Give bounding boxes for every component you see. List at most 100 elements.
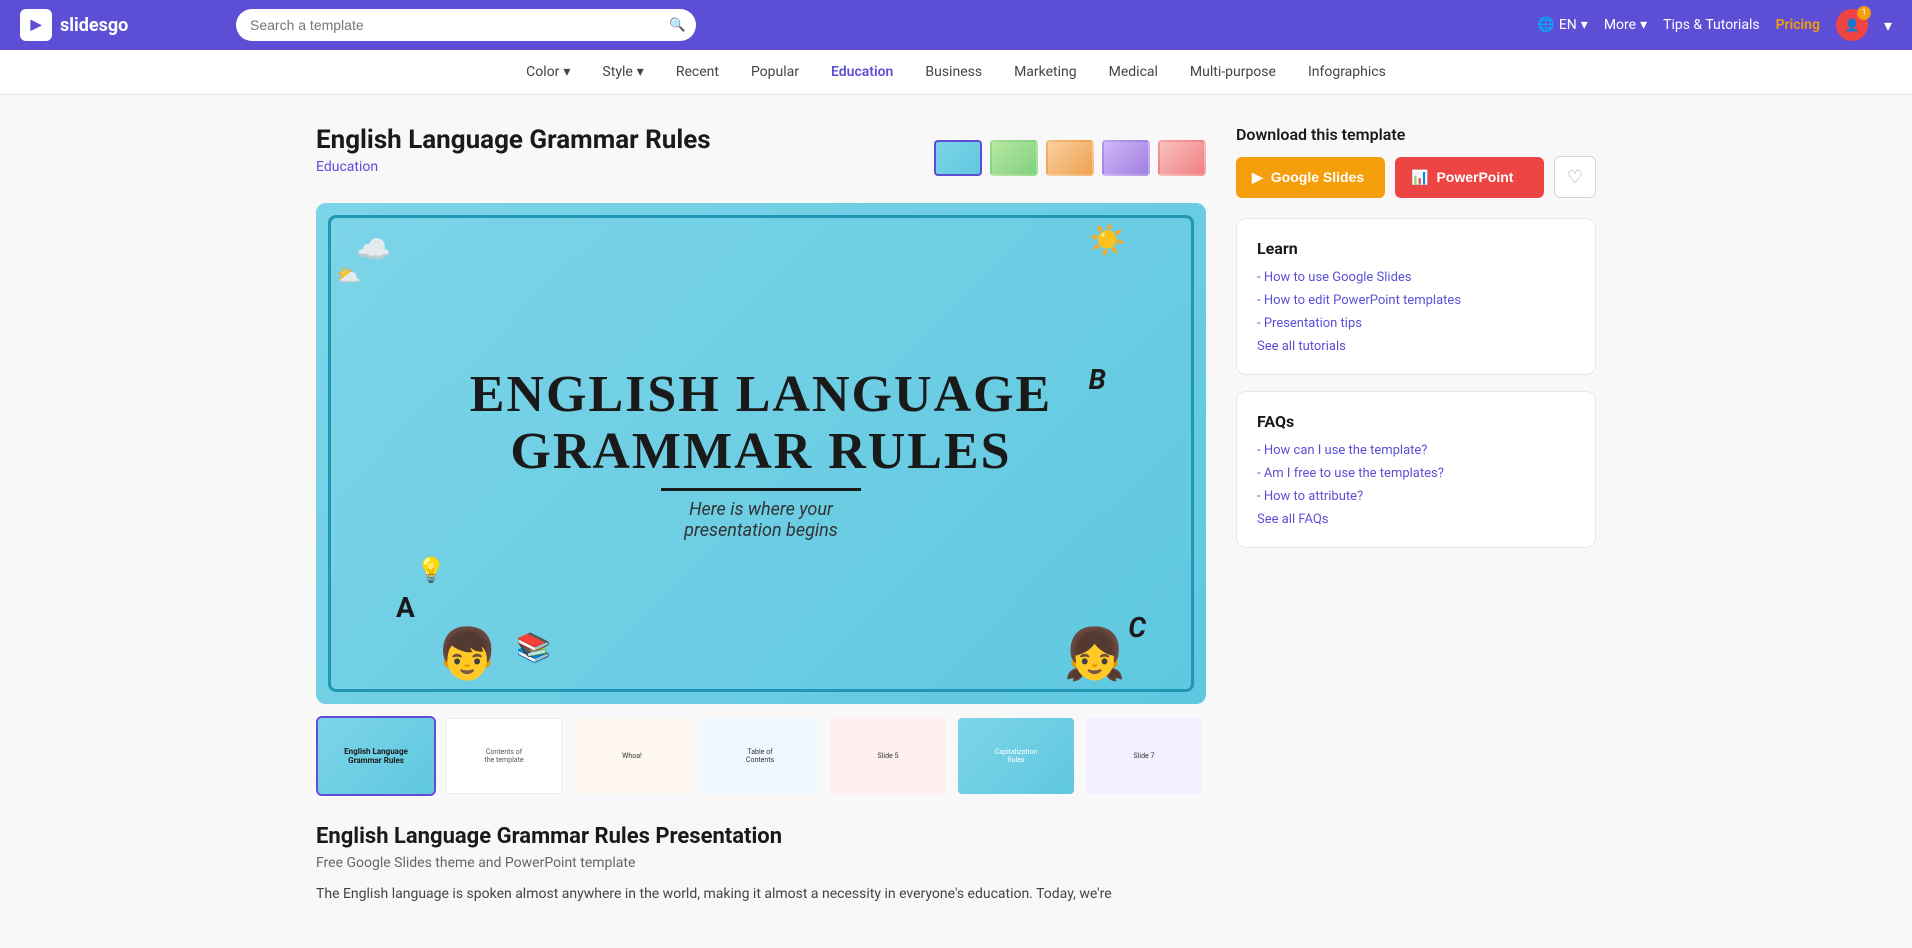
thumb-1-content: English LanguageGrammar Rules [318, 718, 434, 794]
template-header: English Language Grammar Rules Education [316, 125, 1206, 191]
thumb-7[interactable]: Slide 7 [1084, 716, 1204, 796]
description-subtitle: Free Google Slides theme and PowerPoint … [316, 855, 1206, 871]
letter-a-deco: A [396, 591, 415, 624]
description-text: The English language is spoken almost an… [316, 883, 1206, 905]
slide-inner: ☁️ ⛅ ☀️ 💡 A B C 📚 👦 👧 English LanguageGr… [316, 203, 1206, 704]
language-selector[interactable]: 🌐 EN ▾ [1537, 17, 1587, 33]
cat-style-label: Style [602, 64, 632, 80]
thumb-5[interactable]: Slide 5 [828, 716, 948, 796]
cat-marketing[interactable]: Marketing [1014, 64, 1077, 80]
cat-recent[interactable]: Recent [676, 64, 719, 80]
variant-2[interactable] [990, 140, 1038, 176]
gslides-label: Google Slides [1271, 169, 1364, 185]
see-all-tutorials-link[interactable]: See all tutorials [1257, 339, 1575, 354]
google-slides-button[interactable]: ▶ Google Slides [1236, 157, 1385, 198]
tips-tutorials-link[interactable]: Tips & Tutorials [1663, 17, 1759, 33]
cat-medical[interactable]: Medical [1109, 64, 1158, 80]
cat-multipurpose[interactable]: Multi-purpose [1190, 64, 1276, 80]
thumb-5-content: Slide 5 [830, 718, 946, 794]
ppt-label: PowerPoint [1436, 169, 1513, 185]
cat-recent-label: Recent [676, 64, 719, 80]
thumb-2[interactable]: Contents ofthe template [444, 716, 564, 796]
boy-character: 👦 [436, 626, 498, 684]
lightbulb-icon: 💡 [416, 556, 446, 584]
cat-marketing-label: Marketing [1014, 64, 1077, 80]
search-bar: 🔍 [236, 9, 696, 41]
download-buttons: ▶ Google Slides 📊 PowerPoint ♡ [1236, 156, 1596, 198]
see-all-faqs-link[interactable]: See all FAQs [1257, 512, 1575, 527]
book-icon: 📚 [516, 631, 551, 664]
learn-card: Learn How to use Google Slides How to ed… [1236, 218, 1596, 375]
thumb-6-content: CapitalizationRules [958, 718, 1074, 794]
thumb-4-content: Table ofContents [702, 718, 818, 794]
faqs-title: FAQs [1257, 412, 1575, 431]
cat-education[interactable]: Education [831, 64, 893, 80]
logo-icon: ▶ [20, 9, 52, 41]
slide-subtitle: Here is where yourpresentation begins [470, 499, 1052, 541]
thumb-4[interactable]: Table ofContents [700, 716, 820, 796]
lang-label: EN [1559, 17, 1577, 33]
right-column: Download this template ▶ Google Slides 📊… [1236, 125, 1596, 905]
variant-1[interactable] [934, 140, 982, 176]
thumb-7-content: Slide 7 [1086, 718, 1202, 794]
heart-icon: ♡ [1567, 167, 1583, 188]
letter-b-deco: B [1089, 363, 1106, 396]
faq-link-1[interactable]: How can I use the template? [1257, 443, 1575, 458]
lang-chevron: ▾ [1581, 17, 1588, 33]
search-button[interactable]: 🔍 [669, 17, 686, 33]
user-avatar[interactable]: 👤 1 [1836, 9, 1868, 41]
pricing-link[interactable]: Pricing [1776, 17, 1820, 33]
cat-business-label: Business [925, 64, 982, 80]
cat-popular[interactable]: Popular [751, 64, 799, 80]
notification-badge: 1 [1857, 6, 1871, 20]
left-column: English Language Grammar Rules Education… [316, 125, 1206, 905]
thumb-3[interactable]: Whoa! [572, 716, 692, 796]
template-category-link[interactable]: Education [316, 159, 711, 175]
cloud-icon-2: ⛅ [336, 263, 361, 287]
slide-text-center: English LanguageGrammar Rules Here is wh… [470, 366, 1052, 541]
globe-icon: 🌐 [1537, 17, 1554, 33]
cat-style[interactable]: Style ▾ [602, 64, 643, 80]
tips-label: Tips & Tutorials [1663, 17, 1759, 33]
more-label: More [1604, 17, 1636, 33]
pricing-label: Pricing [1776, 17, 1820, 33]
learn-link-2[interactable]: How to edit PowerPoint templates [1257, 293, 1575, 308]
cat-style-arrow: ▾ [637, 64, 644, 80]
slide-main-title: English LanguageGrammar Rules [470, 366, 1052, 480]
favorite-button[interactable]: ♡ [1554, 156, 1596, 198]
brand-name: slidesgo [60, 15, 128, 36]
learn-link-1[interactable]: How to use Google Slides [1257, 270, 1575, 285]
search-input[interactable] [236, 9, 696, 41]
ppt-icon: 📊 [1411, 169, 1428, 186]
cloud-icon-1: ☁️ [356, 233, 391, 266]
cat-color[interactable]: Color ▾ [526, 64, 570, 80]
cat-business[interactable]: Business [925, 64, 982, 80]
thumbnail-strip: English LanguageGrammar Rules Contents o… [316, 716, 1206, 796]
thumb-6[interactable]: CapitalizationRules [956, 716, 1076, 796]
learn-link-3[interactable]: Presentation tips [1257, 316, 1575, 331]
thumb-1[interactable]: English LanguageGrammar Rules [316, 716, 436, 796]
color-variants [934, 140, 1206, 176]
logo[interactable]: ▶ slidesgo [20, 9, 180, 41]
cat-medical-label: Medical [1109, 64, 1158, 80]
powerpoint-button[interactable]: 📊 PowerPoint [1395, 157, 1544, 198]
cat-education-label: Education [831, 64, 893, 80]
avatar-icon: 👤 [1844, 18, 1859, 32]
nav-right: 🌐 EN ▾ More ▾ Tips & Tutorials Pricing 👤… [1537, 9, 1892, 41]
faq-link-2[interactable]: Am I free to use the templates? [1257, 466, 1575, 481]
thumb-2-content: Contents ofthe template [446, 718, 562, 794]
gslides-icon: ▶ [1252, 169, 1263, 186]
cat-popular-label: Popular [751, 64, 799, 80]
slide-underline [661, 488, 861, 491]
variant-3[interactable] [1046, 140, 1094, 176]
letter-c-deco: C [1128, 611, 1146, 644]
cat-color-label: Color [526, 64, 559, 80]
cat-infographics[interactable]: Infographics [1308, 64, 1386, 80]
girl-character: 👧 [1064, 626, 1126, 684]
more-menu[interactable]: More ▾ [1604, 17, 1647, 33]
download-title: Download this template [1236, 125, 1596, 144]
faq-link-3[interactable]: How to attribute? [1257, 489, 1575, 504]
variant-5[interactable] [1158, 140, 1206, 176]
slide-preview[interactable]: ☁️ ⛅ ☀️ 💡 A B C 📚 👦 👧 English LanguageGr… [316, 203, 1206, 704]
variant-4[interactable] [1102, 140, 1150, 176]
